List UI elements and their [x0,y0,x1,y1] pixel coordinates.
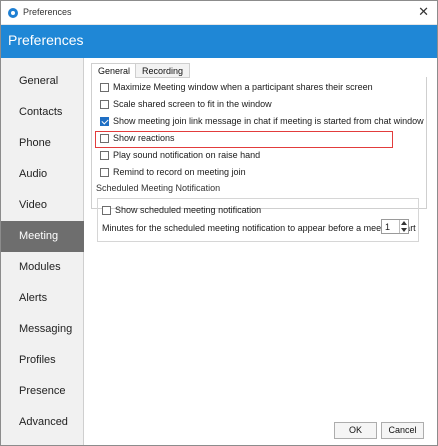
title-bar: Preferences ✕ [1,1,437,25]
checkbox[interactable] [100,100,109,109]
stepper-buttons [399,220,408,233]
option-label: Remind to record on meeting join [113,167,246,177]
sidebar-item-presence[interactable]: Presence [1,376,84,407]
checkbox[interactable] [102,206,111,215]
sidebar-item-alerts[interactable]: Alerts [1,283,84,314]
close-icon[interactable]: ✕ [418,5,429,19]
checkbox[interactable] [100,151,109,160]
sidebar-item-label: Presence [19,385,66,397]
sidebar-item-messaging[interactable]: Messaging [1,314,84,345]
sidebar-item-label: General [19,75,59,87]
sidebar-item-video[interactable]: Video [1,190,84,221]
checkbox[interactable] [100,134,109,143]
option-label: Scale shared screen to fit in the window [113,99,272,109]
sidebar-item-label: Alerts [19,292,48,304]
checkbox[interactable] [100,83,109,92]
sidebar-item-modules[interactable]: Modules [1,252,84,283]
header-banner: Preferences [1,25,437,58]
sidebar-item-label: Audio [19,168,48,180]
dialog-footer: OK Cancel [85,413,437,445]
page-title: Preferences [8,32,84,48]
cancel-button[interactable]: Cancel [381,422,424,439]
option-label: Show reactions [113,133,175,143]
option-label: Play sound notification on raise hand [113,150,261,160]
minutes-label: Minutes for the scheduled meeting notifi… [102,223,416,233]
option-label: Show meeting join link message in chat i… [113,116,424,126]
sidebar-item-label: Video [19,199,47,211]
sidebar-item-contacts[interactable]: Contacts [1,97,84,128]
sidebar-item-label: Phone [19,137,51,149]
minutes-stepper[interactable]: 1 [381,219,409,234]
chevron-up-icon[interactable] [401,221,407,225]
sidebar-item-advanced[interactable]: Advanced [1,407,84,438]
preferences-window: Preferences ✕ Preferences General Contac… [0,0,438,446]
sidebar-item-label: Contacts [19,106,63,118]
minutes-value: 1 [385,222,391,232]
window-title: Preferences [23,7,72,17]
ok-button[interactable]: OK [334,422,377,439]
sidebar-item-label: Advanced [19,416,68,428]
sidebar-item-meeting[interactable]: Meeting [1,221,84,252]
section-title: Scheduled Meeting Notification [96,183,221,193]
content-area: General Recording Maximize Meeting windo… [85,58,437,445]
sidebar-item-label: Meeting [19,230,59,242]
app-logo-icon [8,8,18,18]
checkbox[interactable] [100,168,109,177]
chevron-down-icon[interactable] [401,228,407,232]
sidebar-item-profiles[interactable]: Profiles [1,345,84,376]
sidebar-item-label: Profiles [19,354,56,366]
sidebar: General Contacts Phone Audio Video Meeti… [1,58,84,445]
option-label: Maximize Meeting window when a participa… [113,82,373,92]
sidebar-item-general[interactable]: General [1,66,84,97]
sidebar-item-label: Modules [19,261,61,273]
checkbox-checked[interactable] [100,117,109,126]
sidebar-item-audio[interactable]: Audio [1,159,84,190]
option-label: Show scheduled meeting notification [115,205,262,215]
sidebar-item-phone[interactable]: Phone [1,128,84,159]
tab-general[interactable]: General [91,63,138,78]
tab-recording[interactable]: Recording [135,63,191,78]
sidebar-item-label: Messaging [19,323,73,335]
scheduled-notification-group: Show scheduled meeting notification Minu… [97,198,419,242]
